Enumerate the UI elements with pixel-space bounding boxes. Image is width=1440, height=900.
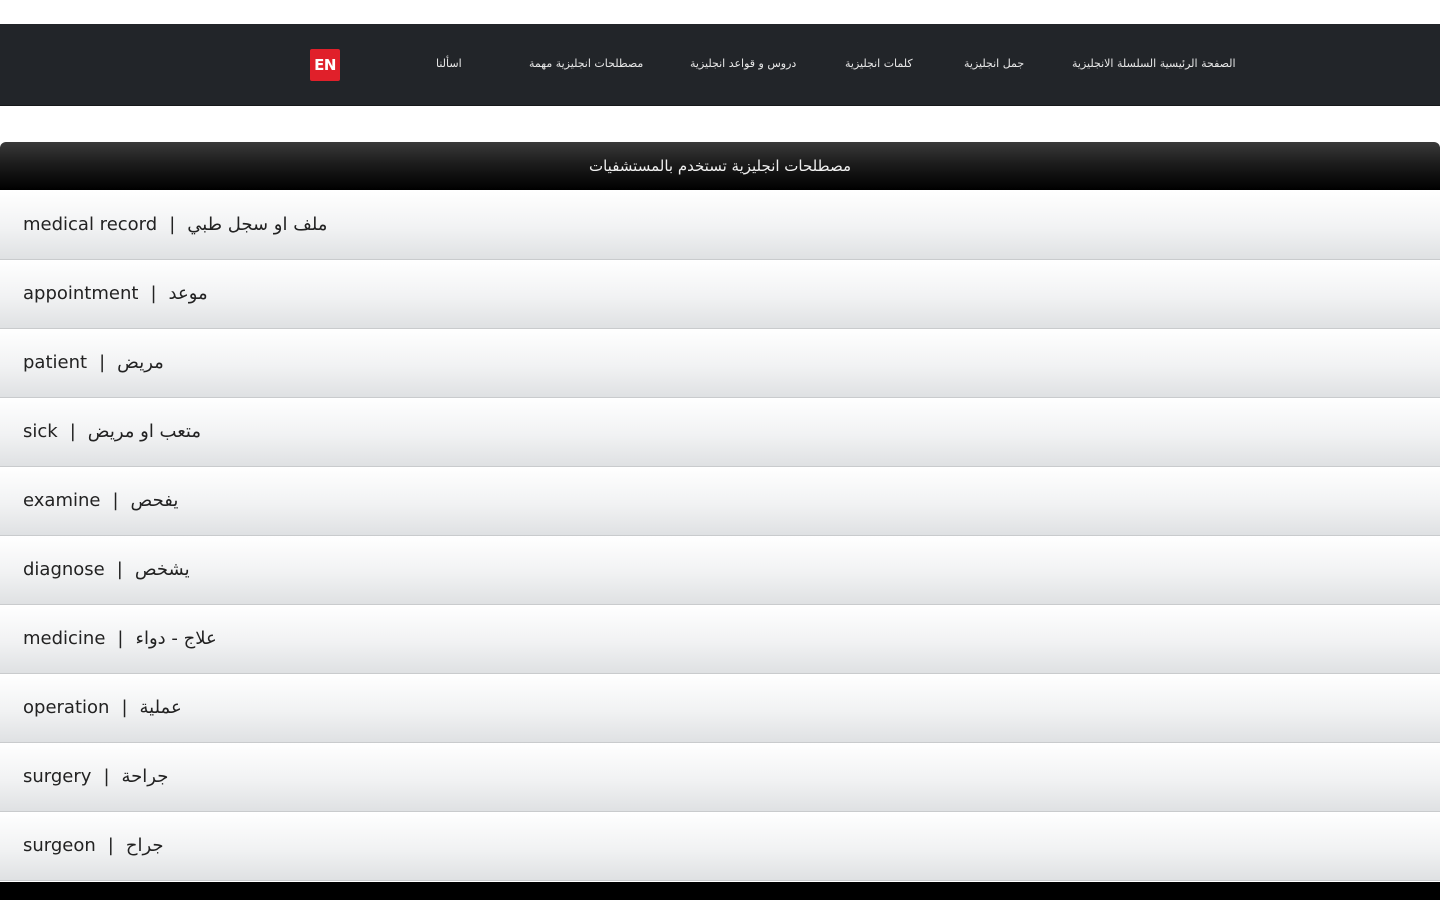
term-english: patient [23, 352, 88, 373]
term-english: operation [23, 697, 110, 718]
term-separator: | [116, 559, 123, 580]
list-item[interactable]: surgeon | جراح [0, 812, 1440, 881]
section-header: مصطلحات انجليزية تستخدم بالمستشفيات [0, 142, 1440, 190]
nav-link-lessons-grammar[interactable]: دروس و قواعد انجليزية [690, 54, 796, 74]
term-arabic: ملف او سجل طبي [187, 214, 328, 235]
term-arabic: يفحص [130, 490, 179, 511]
term-separator: | [117, 628, 124, 649]
term-text: patient | مريض [23, 329, 164, 397]
top-strip [0, 0, 1440, 24]
term-english: surgeon [23, 835, 96, 856]
spacer [0, 106, 1440, 142]
list-item[interactable]: examine | يفحص [0, 467, 1440, 536]
list-item[interactable]: diagnose | يشخص [0, 536, 1440, 605]
term-arabic: جراحة [121, 766, 169, 787]
term-english: appointment [23, 283, 139, 304]
term-english: examine [23, 490, 101, 511]
term-text: operation | عملية [23, 674, 182, 742]
term-arabic: جراح [125, 835, 164, 856]
term-separator: | [99, 352, 106, 373]
term-separator: | [69, 421, 76, 442]
term-text: medicine | علاج - دواء [23, 605, 217, 673]
term-separator: | [107, 835, 114, 856]
nav-link-ask-us[interactable]: اسألنا [436, 54, 462, 74]
list-item[interactable]: medicine | علاج - دواء [0, 605, 1440, 674]
term-text: sick | متعب او مريض [23, 398, 201, 466]
term-text: examine | يفحص [23, 467, 178, 535]
term-separator: | [169, 214, 176, 235]
term-english: medicine [23, 628, 106, 649]
term-arabic: عملية [139, 697, 182, 718]
bottom-bar [0, 882, 1440, 900]
nav-link-english-sentences[interactable]: جمل انجليزية [964, 54, 1024, 74]
nav-link-important-terms[interactable]: مصطلحات انجليزية مهمة [529, 54, 643, 74]
term-text: medical record | ملف او سجل طبي [23, 191, 327, 259]
term-arabic: موعد [168, 283, 208, 304]
term-separator: | [103, 766, 110, 787]
list-item[interactable]: patient | مريض [0, 329, 1440, 398]
page: EN اسألنا مصطلحات انجليزية مهمة دروس و ق… [0, 0, 1440, 900]
term-arabic: متعب او مريض [87, 421, 201, 442]
term-arabic: يشخص [134, 559, 190, 580]
term-english: medical record [23, 214, 158, 235]
term-english: sick [23, 421, 58, 442]
term-separator: | [121, 697, 128, 718]
nav-link-home[interactable]: الصفحة الرئيسية السلسلة الانجليزية [1072, 54, 1236, 74]
list-item[interactable]: appointment | موعد [0, 260, 1440, 329]
term-english: diagnose [23, 559, 105, 580]
term-text: surgeon | جراح [23, 812, 164, 880]
term-separator: | [112, 490, 119, 511]
nav-link-english-words[interactable]: كلمات انجليزية [845, 54, 913, 74]
term-arabic: علاج - دواء [135, 628, 217, 649]
terms-list: medical record | ملف او سجل طبي appointmen… [0, 191, 1440, 881]
list-item[interactable]: medical record | ملف او سجل طبي [0, 191, 1440, 260]
list-item[interactable]: surgery | جراحة [0, 743, 1440, 812]
list-item[interactable]: sick | متعب او مريض [0, 398, 1440, 467]
term-separator: | [150, 283, 157, 304]
en-logo[interactable]: EN [310, 49, 340, 81]
list-item[interactable]: operation | عملية [0, 674, 1440, 743]
term-text: diagnose | يشخص [23, 536, 190, 604]
term-text: surgery | جراحة [23, 743, 168, 811]
term-text: appointment | موعد [23, 260, 208, 328]
top-navbar: EN اسألنا مصطلحات انجليزية مهمة دروس و ق… [0, 24, 1440, 106]
term-english: surgery [23, 766, 92, 787]
term-arabic: مريض [117, 352, 164, 373]
